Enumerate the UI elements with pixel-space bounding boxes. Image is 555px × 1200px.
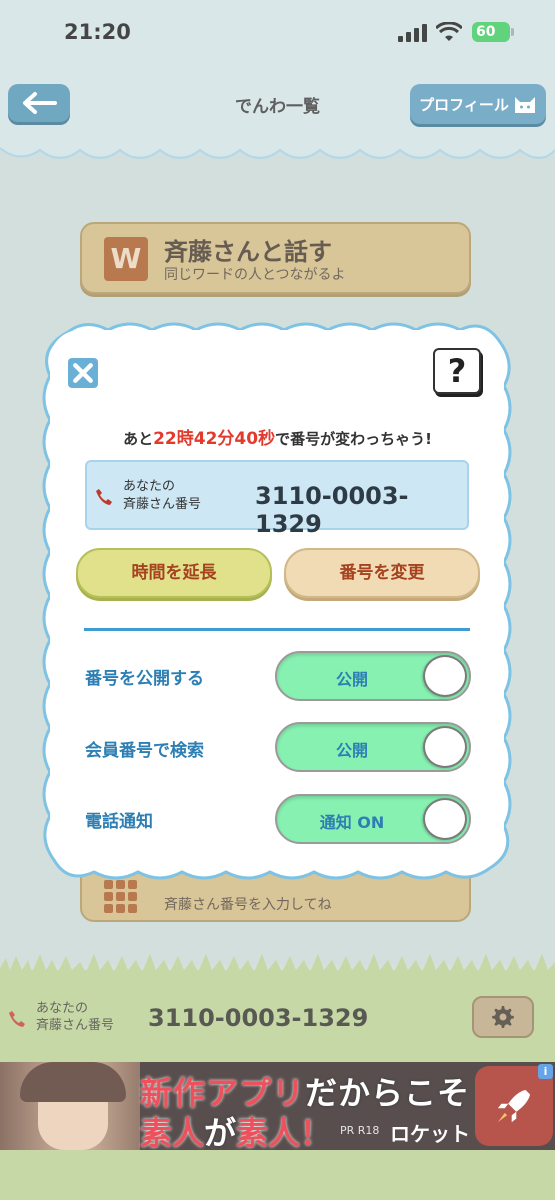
setting-label-search-by-member-number: 会員番号で検索 — [85, 741, 204, 761]
my-number-box: あなたの 斉藤さん番号 3110-0003-1329 — [85, 460, 469, 538]
phone-icon — [96, 489, 112, 505]
setting-label-publish-number: 番号を公開する — [85, 669, 204, 689]
toggle-search-by-member-number[interactable]: 公開 — [275, 722, 471, 772]
toggle-label: 通知 ON — [319, 813, 385, 832]
number-label-line1: あなたの — [123, 479, 176, 494]
countdown-text: あと22時42分40秒で番号が変わっちゃう! — [0, 424, 555, 449]
toggle-knob — [423, 655, 467, 697]
phone-number-dialog — [50, 330, 504, 870]
setting-label-call-notification: 電話通知 — [85, 812, 153, 832]
close-button[interactable] — [68, 358, 98, 388]
toggle-publish-number[interactable]: 公開 — [275, 651, 471, 701]
toggle-label: 公開 — [335, 741, 368, 760]
countdown-seconds: 40 — [234, 429, 259, 449]
toggle-label: 公開 — [335, 670, 368, 689]
close-icon — [73, 363, 93, 383]
phone-number: 3110-0003-1329 — [255, 482, 409, 538]
countdown-minutes: 42 — [193, 429, 218, 449]
countdown-prefix: あと — [123, 430, 154, 448]
countdown-minutes-unit: 分 — [217, 429, 235, 449]
countdown-hours: 22 — [153, 429, 177, 449]
change-number-button[interactable]: 番号を変更 — [284, 548, 480, 598]
toggle-knob — [423, 726, 467, 768]
countdown-suffix: で番号が変わっちゃう! — [275, 430, 432, 448]
toggle-knob — [423, 798, 467, 840]
extend-time-button[interactable]: 時間を延長 — [76, 548, 272, 598]
toggle-call-notification[interactable]: 通知 ON — [275, 794, 471, 844]
countdown-hours-unit: 時 — [176, 429, 194, 449]
number-label: あなたの 斉藤さん番号 — [123, 478, 201, 514]
countdown-seconds-unit: 秒 — [258, 429, 276, 449]
number-label-line2: 斉藤さん番号 — [123, 497, 202, 512]
divider — [84, 628, 470, 631]
help-button[interactable]: ? — [433, 348, 481, 394]
